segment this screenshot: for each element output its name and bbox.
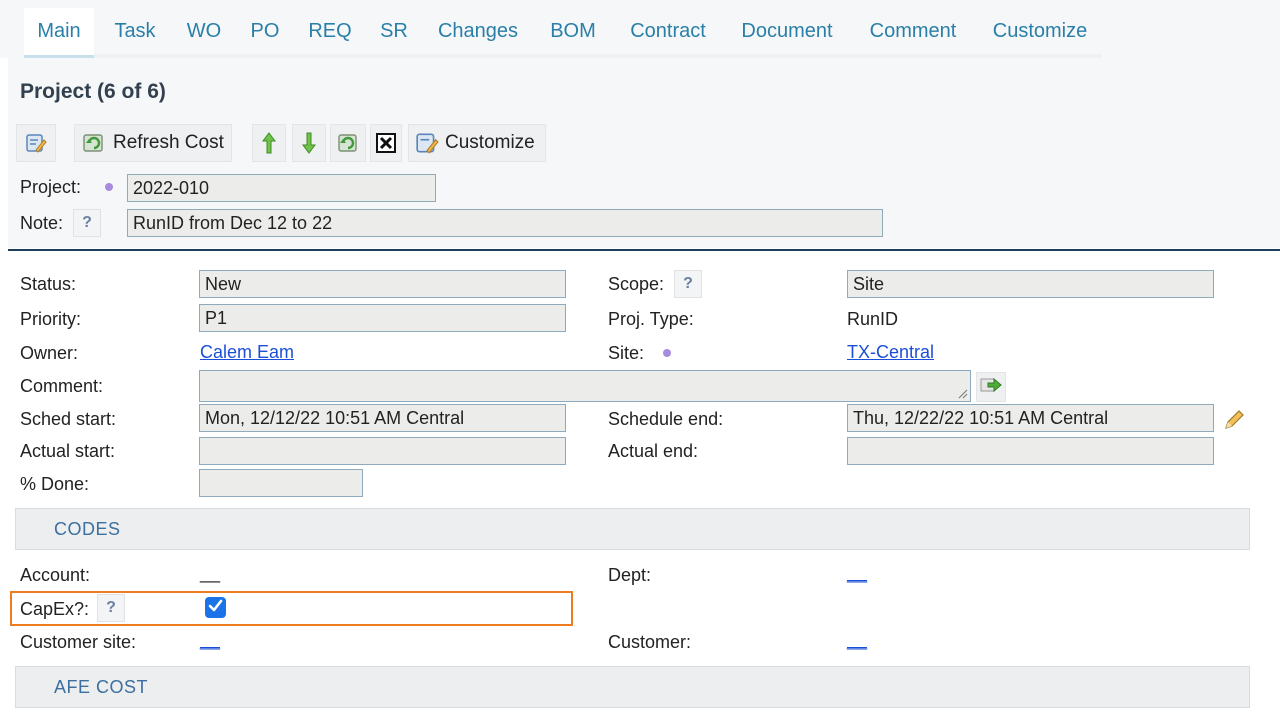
- afe-cost-section-header[interactable]: AFE COST: [15, 666, 1250, 708]
- note-help-icon[interactable]: ?: [73, 209, 101, 237]
- refresh-cost-button[interactable]: Refresh Cost: [74, 124, 232, 162]
- tab-task[interactable]: Task: [104, 8, 166, 58]
- capex-highlight: [10, 591, 573, 626]
- customize-label: Customize: [445, 132, 535, 153]
- tab-po[interactable]: PO: [244, 8, 286, 58]
- comment-go-button[interactable]: [976, 372, 1006, 402]
- site-required-dot-icon: [663, 349, 671, 357]
- close-icon: [376, 133, 396, 153]
- customer-link[interactable]: __: [847, 630, 867, 651]
- sched-start-field[interactable]: Mon, 12/12/22 10:51 AM Central: [199, 404, 566, 432]
- priority-label: Priority:: [20, 309, 82, 329]
- tab-customize[interactable]: Customize: [982, 8, 1098, 58]
- status-label: Status:: [20, 274, 77, 294]
- edit-button[interactable]: [16, 124, 56, 162]
- customer-site-label: Customer site:: [20, 632, 137, 652]
- sched-end-label: Schedule end:: [608, 409, 724, 429]
- reload-icon: [336, 131, 360, 155]
- customer-label: Customer:: [608, 632, 692, 652]
- customize-button[interactable]: Customize: [408, 124, 546, 162]
- account-value: __: [200, 563, 221, 583]
- actual-end-label: Actual end:: [608, 441, 699, 461]
- sched-start-label: Sched start:: [20, 409, 117, 429]
- customize-icon: [415, 131, 439, 155]
- actual-end-field[interactable]: [847, 437, 1214, 465]
- edit-icon: [25, 132, 47, 154]
- resize-handle-icon[interactable]: [956, 386, 968, 399]
- arrow-down-icon: [301, 131, 317, 155]
- comment-field[interactable]: [199, 370, 971, 402]
- tab-sr[interactable]: SR: [373, 8, 415, 58]
- codes-section-header[interactable]: CODES: [15, 508, 1250, 550]
- actual-start-label: Actual start:: [20, 441, 116, 461]
- comment-label: Comment:: [20, 376, 104, 396]
- capex-checkbox[interactable]: [205, 597, 226, 618]
- move-down-button[interactable]: [292, 124, 326, 162]
- scope-help-icon[interactable]: ?: [674, 270, 702, 298]
- arrow-up-icon: [261, 131, 277, 155]
- project-label: Project:: [20, 177, 82, 197]
- reload-button[interactable]: [330, 124, 366, 162]
- dept-label: Dept:: [608, 565, 652, 585]
- actual-start-field[interactable]: [199, 437, 566, 465]
- proj-type-value: RunID: [847, 309, 899, 329]
- account-label: Account:: [20, 565, 91, 585]
- tab-comment[interactable]: Comment: [858, 8, 968, 58]
- note-field[interactable]: RunID from Dec 12 to 22: [127, 209, 883, 237]
- capex-label: CapEx?:: [20, 599, 90, 619]
- customer-site-link[interactable]: __: [200, 630, 220, 651]
- site-label: Site:: [608, 343, 645, 363]
- refresh-icon: [81, 131, 107, 155]
- forward-arrow-icon: [980, 376, 1002, 399]
- scope-field[interactable]: Site: [847, 270, 1214, 298]
- refresh-cost-label: Refresh Cost: [113, 132, 224, 153]
- tab-bom[interactable]: BOM: [542, 8, 604, 58]
- header-divider: [8, 249, 1280, 251]
- required-dot-icon: [105, 183, 113, 191]
- tab-req[interactable]: REQ: [302, 8, 358, 58]
- tab-contract[interactable]: Contract: [618, 8, 718, 58]
- note-label: Note:: [20, 213, 64, 233]
- owner-label: Owner:: [20, 343, 79, 363]
- sched-end-field[interactable]: Thu, 12/22/22 10:51 AM Central: [847, 404, 1214, 432]
- close-button[interactable]: [370, 124, 402, 162]
- done-label: % Done:: [20, 474, 90, 494]
- tab-changes[interactable]: Changes: [428, 8, 528, 58]
- tab-document[interactable]: Document: [730, 8, 844, 58]
- tab-wo[interactable]: WO: [180, 8, 228, 58]
- project-field[interactable]: 2022-010: [127, 174, 436, 202]
- priority-field[interactable]: P1: [199, 304, 566, 332]
- scope-label: Scope:: [608, 274, 665, 294]
- pencil-icon[interactable]: [1222, 408, 1246, 432]
- owner-link[interactable]: Calem Eam: [200, 342, 294, 363]
- checkmark-icon: [208, 598, 223, 618]
- move-up-button[interactable]: [252, 124, 286, 162]
- done-field[interactable]: [199, 469, 363, 497]
- capex-help-icon[interactable]: ?: [97, 594, 125, 622]
- status-field[interactable]: New: [199, 270, 566, 298]
- page-title: Project (6 of 6): [20, 80, 166, 103]
- proj-type-label: Proj. Type:: [608, 309, 694, 329]
- site-link[interactable]: TX-Central: [847, 342, 934, 363]
- dept-link[interactable]: __: [847, 563, 867, 584]
- tab-main[interactable]: Main: [24, 8, 94, 58]
